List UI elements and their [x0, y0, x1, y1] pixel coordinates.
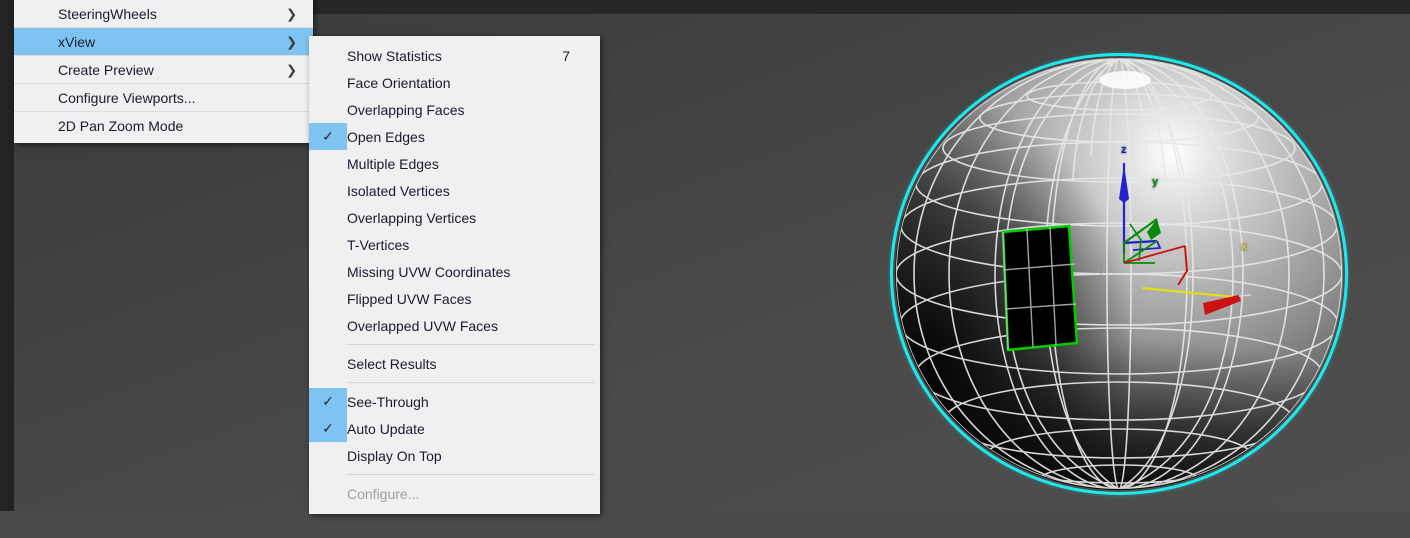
menu-item-configure[interactable]: Configure...	[309, 480, 600, 507]
menu-item-multiple-edges[interactable]: Multiple Edges	[309, 150, 600, 177]
menu-item-steeringwheels[interactable]: SteeringWheels ❯	[14, 0, 313, 27]
check-icon	[309, 204, 347, 231]
gizmo-axis-x	[1123, 245, 1252, 315]
menu-item-label: SteeringWheels	[58, 5, 157, 22]
menu-item-label: Auto Update	[347, 420, 425, 437]
menu-item-display-on-top[interactable]: Display On Top	[309, 442, 600, 469]
menu-item-label: xView	[58, 33, 96, 50]
menu-item-label: Show Statistics	[347, 47, 442, 64]
check-icon	[309, 96, 347, 123]
menu-item-shortcut: 7	[562, 47, 570, 64]
gizmo-axes	[1074, 163, 1252, 315]
menu-item-configure-viewports[interactable]: Configure Viewports...	[14, 84, 313, 111]
menu-item-select-results[interactable]: Select Results	[309, 350, 600, 377]
check-icon	[309, 285, 347, 312]
check-icon	[309, 150, 347, 177]
menu-item-show-statistics[interactable]: Show Statistics 7	[309, 42, 600, 69]
check-icon	[309, 177, 347, 204]
menu-item-label: Overlapped UVW Faces	[347, 317, 498, 334]
check-icon	[309, 231, 347, 258]
menu-item-label: 2D Pan Zoom Mode	[58, 117, 184, 134]
chevron-right-icon: ❯	[286, 62, 297, 77]
menu-item-face-orientation[interactable]: Face Orientation	[309, 69, 600, 96]
menu-item-overlapped-uvw-faces[interactable]: Overlapped UVW Faces	[309, 312, 600, 339]
menu-item-label: Missing UVW Coordinates	[347, 263, 511, 280]
menu-item-create-preview[interactable]: Create Preview ❯	[14, 56, 313, 83]
menu-item-label: Configure...	[347, 485, 420, 502]
menu-item-label: Display On Top	[347, 447, 442, 464]
menu-item-missing-uvw-coordinates[interactable]: Missing UVW Coordinates	[309, 258, 600, 285]
menu-item-overlapping-faces[interactable]: Overlapping Faces	[309, 96, 600, 123]
menu-item-label: Multiple Edges	[347, 155, 439, 172]
menu-item-label: T-Vertices	[347, 236, 410, 253]
viewport-bottom-band	[0, 511, 1410, 538]
menu-item-auto-update[interactable]: ✓ Auto Update	[309, 415, 600, 442]
check-icon: ✓	[309, 388, 347, 415]
menu-item-isolated-vertices[interactable]: Isolated Vertices	[309, 177, 600, 204]
check-icon	[309, 69, 347, 96]
viewport-left-strip	[0, 0, 14, 511]
menu-item-label: Face Orientation	[347, 74, 451, 91]
chevron-right-icon: ❯	[286, 34, 297, 49]
gizmo-axis-label-z: z	[1121, 144, 1127, 156]
viewport-context-menu[interactable]: SteeringWheels ❯ xView ❯ Create Preview …	[14, 0, 313, 143]
menu-item-label: Isolated Vertices	[347, 182, 450, 199]
menu-item-open-edges[interactable]: ✓ Open Edges	[309, 123, 600, 150]
check-icon: ✓	[309, 415, 347, 442]
menu-separator	[309, 377, 600, 388]
check-icon: ✓	[309, 123, 347, 150]
screen: z y x SteeringWheels ❯ xView ❯ Create Pr…	[0, 0, 1410, 538]
menu-separator	[309, 469, 600, 480]
menu-item-overlapping-vertices[interactable]: Overlapping Vertices	[309, 204, 600, 231]
menu-item-flipped-uvw-faces[interactable]: Flipped UVW Faces	[309, 285, 600, 312]
menu-item-see-through[interactable]: ✓ See-Through	[309, 388, 600, 415]
menu-item-t-vertices[interactable]: T-Vertices	[309, 231, 600, 258]
menu-separator	[309, 339, 600, 350]
check-icon	[309, 42, 347, 69]
menu-item-label: Select Results	[347, 355, 437, 372]
menu-item-label: Open Edges	[347, 128, 425, 145]
menu-item-label: See-Through	[347, 393, 429, 410]
menu-item-xview[interactable]: xView ❯	[14, 28, 313, 55]
menu-item-label: Configure Viewports...	[58, 89, 196, 106]
transform-gizmo[interactable]: z y x	[1074, 144, 1270, 320]
gizmo-plane-handle	[1074, 264, 1102, 288]
menu-item-label: Overlapping Vertices	[347, 209, 477, 226]
menu-item-label: Create Preview	[58, 61, 154, 78]
menu-item-label: Overlapping Faces	[347, 101, 465, 118]
check-icon	[309, 258, 347, 285]
chevron-right-icon: ❯	[286, 6, 297, 21]
check-icon	[309, 350, 347, 377]
gizmo-axis-label-x: x	[1241, 241, 1248, 253]
xview-submenu[interactable]: Show Statistics 7 Face Orientation Overl…	[309, 36, 600, 514]
check-icon	[309, 312, 347, 339]
check-icon	[309, 442, 347, 469]
gizmo-axis-label-y: y	[1152, 176, 1159, 188]
menu-item-label: Flipped UVW Faces	[347, 290, 472, 307]
check-icon	[309, 480, 347, 507]
menu-item-2d-pan-zoom-mode[interactable]: 2D Pan Zoom Mode	[14, 112, 313, 139]
